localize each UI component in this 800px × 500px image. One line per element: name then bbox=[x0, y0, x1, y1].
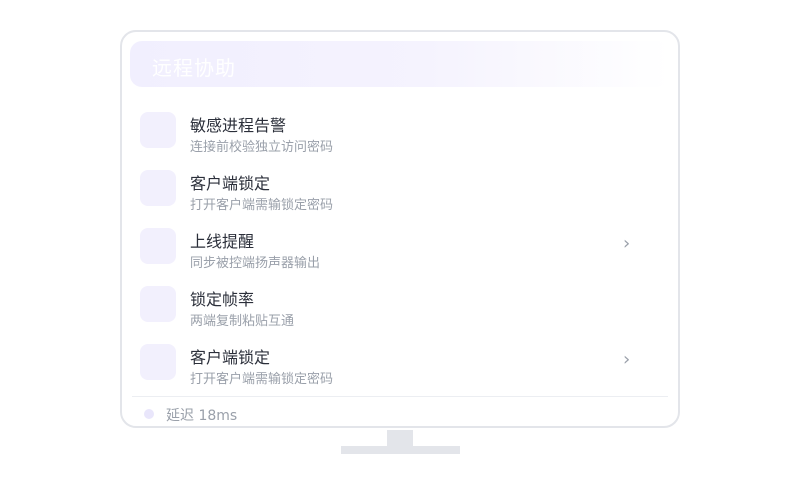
monitor-stand-base bbox=[341, 446, 460, 454]
item-title: 客户端锁定 bbox=[190, 348, 271, 367]
list-item[interactable]: 锁定帧率 两端复制粘贴互通 bbox=[122, 276, 678, 334]
feature-icon bbox=[140, 228, 176, 264]
item-subtitle: 打开客户端需输锁定密码 bbox=[190, 372, 334, 387]
feature-icon bbox=[140, 344, 176, 380]
footer-divider bbox=[132, 396, 668, 397]
settings-list: 敏感进程告警 连接前校验独立访问密码 客户端锁定 打开客户端需输锁定密码 上线提… bbox=[122, 102, 678, 392]
latency-text: 延迟 18ms bbox=[166, 408, 238, 424]
monitor-frame: 远程协助 敏感进程告警 连接前校验独立访问密码 客户端锁定 打开客户端需输锁定密… bbox=[120, 30, 680, 428]
item-subtitle: 两端复制粘贴互通 bbox=[190, 314, 295, 329]
item-title: 锁定帧率 bbox=[190, 290, 255, 309]
item-subtitle: 连接前校验独立访问密码 bbox=[190, 140, 334, 155]
item-title: 敏感进程告警 bbox=[190, 116, 287, 135]
feature-icon bbox=[140, 170, 176, 206]
list-item[interactable]: 敏感进程告警 连接前校验独立访问密码 bbox=[122, 102, 678, 160]
item-title: 上线提醒 bbox=[190, 232, 255, 251]
stage: 远程协助 敏感进程告警 连接前校验独立访问密码 客户端锁定 打开客户端需输锁定密… bbox=[0, 0, 800, 500]
window-header: 远程协助 bbox=[130, 41, 670, 87]
item-subtitle: 同步被控端扬声器输出 bbox=[190, 256, 321, 271]
list-item[interactable]: 上线提醒 同步被控端扬声器输出 › bbox=[122, 218, 678, 276]
chevron-right-icon[interactable]: › bbox=[623, 234, 630, 254]
list-item[interactable]: 客户端锁定 打开客户端需输锁定密码 bbox=[122, 160, 678, 218]
status-dot-icon bbox=[144, 409, 154, 419]
item-title: 客户端锁定 bbox=[190, 174, 271, 193]
list-item[interactable]: 客户端锁定 打开客户端需输锁定密码 › bbox=[122, 334, 678, 392]
monitor-stand-neck bbox=[387, 430, 413, 446]
window-title: 远程协助 bbox=[152, 56, 236, 80]
chevron-right-icon[interactable]: › bbox=[623, 350, 630, 370]
feature-icon bbox=[140, 286, 176, 322]
feature-icon bbox=[140, 112, 176, 148]
item-subtitle: 打开客户端需输锁定密码 bbox=[190, 198, 334, 213]
